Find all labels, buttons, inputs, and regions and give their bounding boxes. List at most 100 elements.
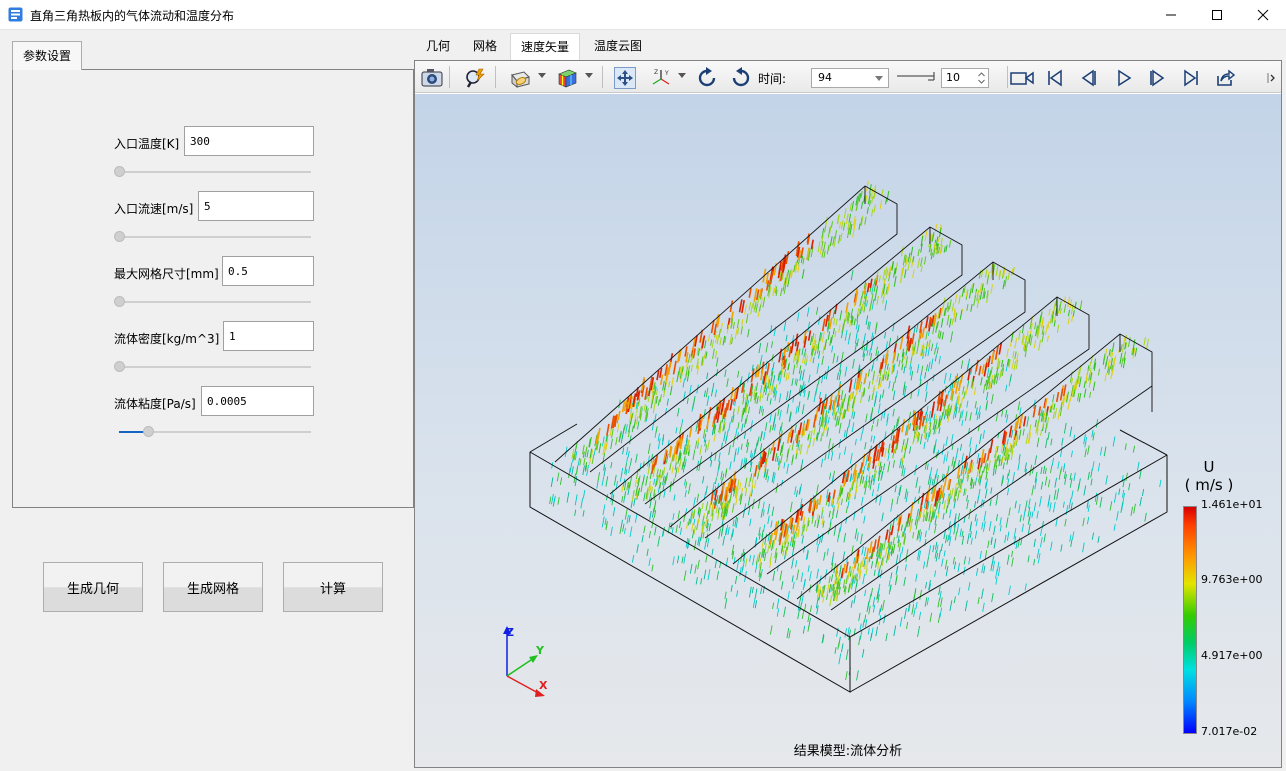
velocity-vector: [795, 531, 798, 539]
camera-icon[interactable]: [421, 67, 443, 89]
inlet-velocity-slider-handle[interactable]: [114, 231, 125, 242]
fit-view-icon[interactable]: [614, 67, 636, 89]
velocity-vector: [865, 474, 868, 482]
velocity-vector: [769, 425, 772, 433]
tab-geometry[interactable]: 几何: [418, 33, 458, 61]
param-label-inlet-temperature: 入口温度[K]: [114, 137, 180, 151]
velocity-vector: [659, 394, 662, 403]
color-map-icon[interactable]: [556, 67, 578, 89]
velocity-vector: [923, 561, 926, 569]
velocity-vector: [877, 403, 881, 414]
velocity-vector: [821, 331, 825, 343]
velocity-vector: [1057, 409, 1061, 420]
tab-parameter-settings[interactable]: 参数设置: [12, 41, 82, 70]
velocity-vector: [882, 293, 885, 304]
velocity-vector: [677, 407, 680, 417]
velocity-vector: [968, 288, 972, 299]
velocity-vector: [818, 537, 821, 545]
velocity-vector: [984, 460, 987, 469]
velocity-vector: [892, 390, 896, 401]
next-frame-icon[interactable]: [1146, 67, 1168, 89]
velocity-vector: [864, 589, 867, 597]
velocity-vector: [847, 404, 851, 412]
last-frame-icon[interactable]: [1180, 67, 1202, 89]
axes-orient-icon[interactable]: ZY: [650, 67, 672, 89]
fluid-density-input[interactable]: 1: [223, 321, 314, 351]
title-bar: 直角三角热板内的气体流动和温度分布: [0, 0, 1286, 30]
frame-step-slider[interactable]: [896, 70, 936, 84]
max-mesh-size-slider-handle[interactable]: [114, 296, 125, 307]
first-frame-icon[interactable]: [1044, 67, 1066, 89]
velocity-vector: [879, 378, 883, 388]
fluid-viscosity-slider-handle[interactable]: [143, 426, 154, 437]
fluid-density-slider[interactable]: [119, 366, 311, 368]
spin-arrows-icon[interactable]: [978, 72, 985, 84]
generate-mesh-button[interactable]: 生成网格: [163, 562, 263, 612]
velocity-vector: [656, 370, 660, 381]
max-mesh-size-input[interactable]: 0.5: [222, 256, 314, 286]
velocity-vector: [981, 522, 984, 530]
tab-temperature-contour[interactable]: 温度云图: [586, 33, 650, 61]
maximize-button[interactable]: [1194, 0, 1240, 30]
velocity-vector: [845, 671, 848, 681]
color-map-dropdown-icon[interactable]: [585, 73, 593, 78]
velocity-vector: [987, 460, 991, 471]
velocity-vector: [873, 204, 876, 213]
axes-orient-dropdown-icon[interactable]: [678, 73, 686, 78]
zoom-probe-icon[interactable]: [464, 67, 486, 89]
velocity-vector: [914, 519, 917, 526]
tab-velocity-vectors[interactable]: 速度矢量: [510, 33, 580, 61]
minimize-button[interactable]: [1148, 0, 1194, 30]
fluid-density-slider-handle[interactable]: [114, 361, 125, 372]
velocity-vector: [758, 552, 761, 562]
export-icon[interactable]: [1214, 67, 1236, 89]
close-button[interactable]: [1240, 0, 1286, 30]
velocity-vector: [1056, 324, 1060, 333]
generate-geometry-button[interactable]: 生成几何: [43, 562, 143, 612]
time-select[interactable]: 94: [811, 68, 889, 88]
velocity-vector: [732, 414, 735, 423]
velocity-vector: [869, 352, 873, 361]
record-icon[interactable]: [1009, 67, 1035, 89]
inlet-temperature-slider-handle[interactable]: [114, 166, 125, 177]
velocity-vector: [903, 576, 906, 586]
velocity-vector: [706, 537, 710, 548]
inlet-velocity-slider[interactable]: [119, 236, 311, 238]
toolbar-overflow-icon[interactable]: [1265, 67, 1277, 89]
velocity-vector: [963, 556, 967, 565]
velocity-vector: [704, 540, 707, 550]
rotate-cw-icon[interactable]: [696, 67, 718, 89]
frame-step-spinbox[interactable]: 10: [941, 68, 989, 88]
play-icon[interactable]: [1113, 67, 1135, 89]
3d-viewport[interactable]: Z Y X U ( m/s ) 1.461e+01 9.763e+00 4.91…: [415, 94, 1281, 767]
fluid-viscosity-input[interactable]: 0.0005: [201, 386, 314, 416]
velocity-vector: [906, 256, 909, 265]
inlet-temperature-input[interactable]: 300: [184, 126, 314, 156]
inlet-velocity-input[interactable]: 5: [198, 191, 314, 221]
rotate-ccw-icon[interactable]: [730, 67, 752, 89]
velocity-vector: [936, 544, 939, 554]
prev-frame-icon[interactable]: [1078, 67, 1100, 89]
max-mesh-size-slider[interactable]: [119, 301, 311, 303]
inlet-temperature-slider[interactable]: [119, 171, 311, 173]
velocity-vector: [1027, 507, 1031, 517]
velocity-vector: [1134, 347, 1138, 357]
velocity-vector: [654, 480, 657, 487]
velocity-vector: [1099, 446, 1103, 456]
compute-button[interactable]: 计算: [283, 562, 383, 612]
velocity-vector: [695, 421, 699, 432]
velocity-vector: [948, 240, 952, 248]
velocity-vector: [1002, 462, 1005, 470]
tab-mesh[interactable]: 网格: [465, 33, 505, 61]
velocity-vector: [939, 607, 943, 618]
axes-triad: Z Y X: [503, 626, 548, 697]
clip-plane-dropdown-icon[interactable]: [538, 73, 546, 78]
velocity-vector: [749, 450, 753, 458]
velocity-vector: [1004, 534, 1007, 543]
velocity-vector: [760, 406, 763, 413]
velocity-vector: [736, 590, 739, 597]
velocity-vector: [657, 433, 660, 442]
velocity-vector: [750, 420, 753, 432]
clip-plane-icon[interactable]: [509, 67, 531, 89]
velocity-vector: [727, 526, 730, 536]
